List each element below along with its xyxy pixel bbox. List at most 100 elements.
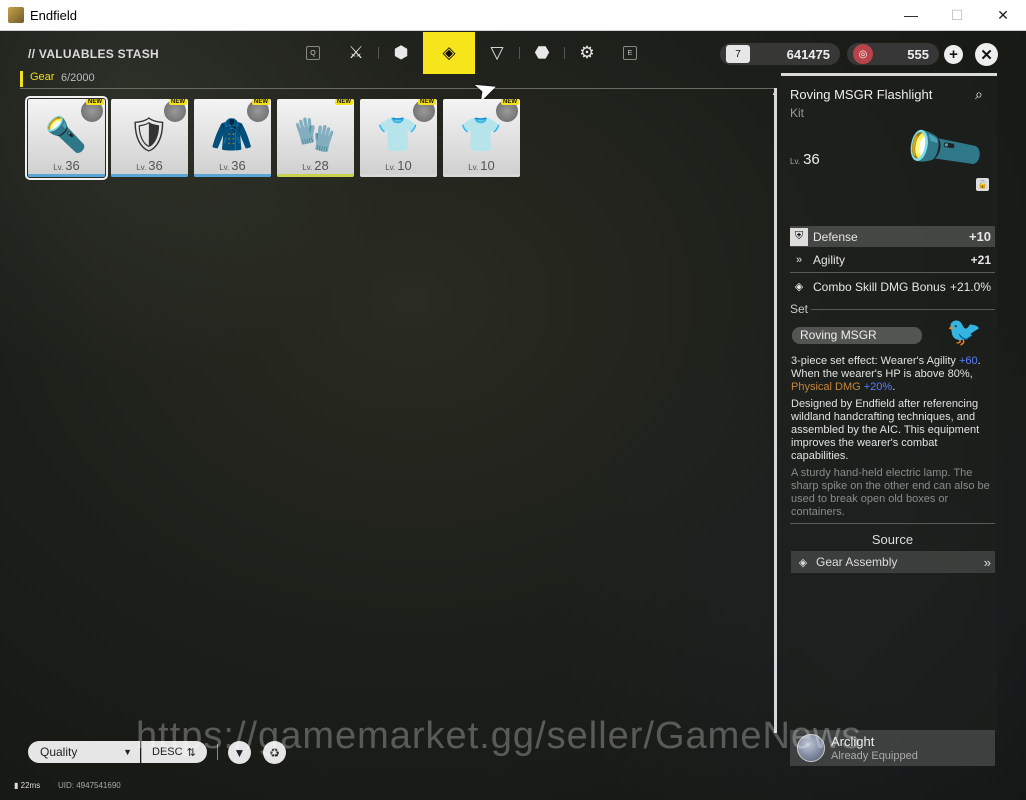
divider [790,272,995,273]
sort-dropdown[interactable]: Quality ▼ [28,741,140,763]
item-description: Designed by Endfield after referencing w… [791,398,980,462]
divider [790,523,995,524]
divider [811,309,995,310]
level-value: 10 [480,158,495,173]
ring-icon: ⚙ [579,43,595,62]
scrollbar[interactable] [774,88,777,733]
new-badge-label: NEW [418,99,436,105]
source-title: Source [871,532,914,547]
add-currency-button[interactable]: + [944,45,963,64]
item-slot-gloves[interactable]: 🧤 NEW Lv. 28 [277,99,354,177]
stat-label: Defense [813,229,858,244]
item-count: 6/2000 [61,72,95,84]
divider [20,88,775,89]
level-prefix: Lv. [53,163,64,172]
rarity-bar [360,174,437,177]
rarity-bar [277,174,354,177]
new-badge: NEW [496,99,519,122]
tab-gear[interactable]: ◈ [423,32,475,74]
tab-special[interactable]: ⬣ [520,32,564,74]
currency-secondary-value: 555 [907,46,929,62]
item-grid: 🔦 NEW Lv. 36 🛡 NEW Lv. 36 🧥 NEW Lv. 36 🧤 NE… [25,96,520,180]
item-slot-vest[interactable]: 👕 NEW Lv. 10 [443,99,520,177]
combo-icon: ◈ [794,281,804,293]
source-gear-assembly[interactable]: ◈ Gear Assembly » [791,551,995,573]
level-value: 36 [65,158,80,173]
window-titlebar: Endfield — ☐ ✕ [0,0,1026,31]
level-prefix: Lv. [219,163,230,172]
new-badge-label: NEW [335,99,353,105]
stat-label: Combo Skill DMG Bonus [813,279,946,294]
item-level: Lv. 36 [790,151,820,168]
tab-misc[interactable]: ⚙ [565,32,609,74]
stat-agility: » Agility +21 [790,249,995,270]
ping-indicator: ▮ 22ms [14,781,40,790]
new-badge: NEW [330,99,353,122]
assembly-icon: ◈ [798,556,808,569]
tab-consumables[interactable]: ▽ [475,32,519,74]
tab-weapon[interactable]: ⚔ [334,32,378,74]
rarity-bar [111,174,188,177]
minimize-button[interactable]: — [888,0,934,30]
page-title: // VALUABLES STASH [28,47,159,61]
shield-icon: ⛨ [790,227,808,246]
e-key-hint: E [623,46,637,60]
item-slot-vest[interactable]: 👕 NEW Lv. 10 [360,99,437,177]
chevron-right-icon: » [983,554,991,570]
source-label: Gear Assembly [816,555,898,569]
item-level: Lv. 36 [194,158,271,173]
item-name: Roving MSGR Flashlight [790,87,933,102]
compare-icon[interactable]: ⌕ [975,86,983,103]
set-emblem-icon: 🐦 [946,315,982,347]
item-slot-jacket[interactable]: 🧥 NEW Lv. 36 [194,99,271,177]
item-level: Lv. 10 [443,158,520,173]
lock-icon[interactable]: 🔓 [976,178,989,191]
maximize-button[interactable]: ☐ [934,0,980,30]
agility-icon: » [795,253,803,266]
new-badge-label: NEW [252,99,270,105]
rarity-bar [194,174,271,177]
box-icon: ⬢ [393,43,409,62]
level-prefix: Lv. [136,163,147,172]
currency-primary-value: 641475 [786,46,830,62]
close-stash-button[interactable]: ✕ [975,43,998,66]
level-value: 36 [148,158,163,173]
rarity-bar [443,174,520,177]
new-badge: NEW [247,99,270,122]
stat-combo-bonus: ◈ Combo Skill DMG Bonus +21.0% [790,276,995,297]
item-slot-armor[interactable]: 🛡 NEW Lv. 36 [111,99,188,177]
set-effect-highlight: Physical DMG [791,381,861,393]
triangle-icon: ▽ [490,43,504,62]
crystal-icon: ◎ [853,44,873,64]
chevron-down-icon: ▼ [123,747,132,757]
item-slot-flashlight[interactable]: 🔦 NEW Lv. 36 [25,96,108,180]
ping-value: 22ms [20,781,41,790]
item-flavor-text: A sturdy hand-held electric lamp. The sh… [791,467,990,518]
level-value: 10 [397,158,412,173]
stat-value: +10 [968,229,991,244]
item-level: Lv. 36 [28,158,105,173]
stat-defense: ⛨ Defense +10 [790,226,995,247]
new-badge: NEW [413,99,436,122]
item-level: Lv. 10 [360,158,437,173]
stat-value: +21 [970,252,991,267]
set-label: Set [790,302,809,316]
set-effect-part: 3-piece set effect: Wearer's Agility [791,355,959,367]
item-type: Kit [790,106,805,120]
tab-materials[interactable]: ⬢ [379,32,423,74]
uid-label: UID: 4947541690 [58,781,121,790]
new-badge-label: NEW [169,99,187,105]
level-value: 36 [803,151,820,168]
stat-label: Agility [813,252,846,267]
new-badge-label: NEW [86,99,104,105]
q-key-hint: Q [306,46,320,60]
level-prefix: Lv. [385,163,396,172]
item-level: Lv. 28 [277,158,354,173]
new-badge: NEW [164,99,187,122]
category-label: Gear [20,71,54,87]
close-window-button[interactable]: ✕ [980,0,1026,30]
set-name-chip: Roving MSGR [792,327,922,344]
currency-primary: 7 641475 [720,43,840,65]
hexagon-icon: ⬣ [534,43,550,62]
set-effect-part: . [892,381,896,393]
